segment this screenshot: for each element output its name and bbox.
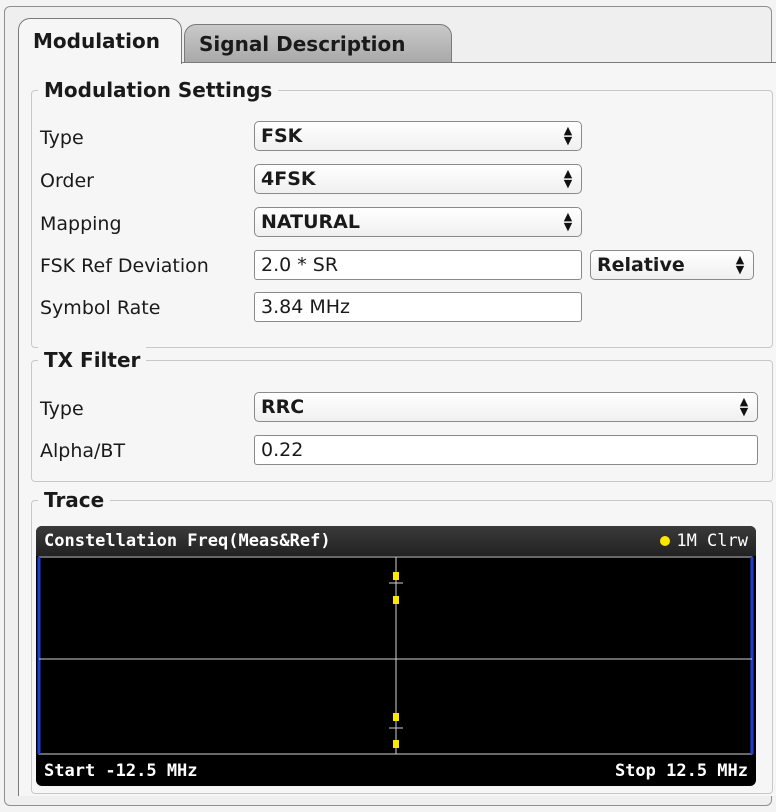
mapping-select[interactable]: NATURAL ▲ ▼ [254, 207, 582, 237]
updown-arrows-icon: ▲ ▼ [739, 395, 749, 418]
fsk-ref-deviation-field[interactable]: 2.0 * SR [254, 250, 582, 280]
constellation-plot [37, 556, 754, 755]
modulation-settings-title: Modulation Settings [38, 77, 279, 103]
modulation-type-value: FSK [261, 125, 303, 147]
stop-frequency-label: Stop 12.5 MHz [614, 761, 748, 781]
constellation-trace-window[interactable]: Constellation Freq(Meas&Ref) 1M Clrw Sta… [36, 526, 756, 786]
updown-arrows-icon: ▲ ▼ [563, 167, 573, 190]
fsk-ref-deviation-label: FSK Ref Deviation [40, 255, 209, 277]
fsk-ref-deviation-mode-value: Relative [597, 254, 685, 276]
tx-filter-title: TX Filter [38, 347, 147, 373]
updown-arrows-icon: ▲ ▼ [563, 124, 573, 147]
filter-type-value: RRC [261, 396, 305, 418]
mapping-label: Mapping [40, 213, 122, 235]
constellation-point [393, 740, 399, 748]
updown-arrows-icon: ▲ ▼ [563, 210, 573, 233]
trace-title: Trace [38, 487, 111, 513]
start-frequency-label: Start -12.5 MHz [44, 761, 198, 781]
modulation-settings-group: Modulation Settings Type FSK ▲ ▼ Order 4F… [31, 77, 773, 348]
order-select[interactable]: 4FSK ▲ ▼ [254, 164, 582, 194]
fsk-ref-deviation-mode-select[interactable]: Relative ▲ ▼ [590, 250, 754, 280]
trace-footer: Start -12.5 MHz Stop 12.5 MHz [36, 756, 756, 786]
constellation-point [393, 713, 399, 721]
tab-signal-description[interactable]: Signal Description [184, 24, 452, 62]
symbol-rate-label: Symbol Rate [40, 297, 161, 319]
tab-modulation[interactable]: Modulation [18, 18, 182, 64]
updown-arrows-icon: ▲ ▼ [735, 253, 745, 276]
alpha-bt-label: Alpha/BT [40, 440, 126, 462]
alpha-bt-field[interactable]: 0.22 [254, 435, 758, 465]
modulation-type-select[interactable]: FSK ▲ ▼ [254, 121, 582, 151]
mapping-value: NATURAL [261, 211, 360, 233]
order-value: 4FSK [261, 168, 316, 190]
constellation-point [393, 572, 399, 580]
symbol-rate-field[interactable]: 3.84 MHz [254, 292, 582, 322]
type-label: Type [40, 127, 84, 149]
filter-type-select[interactable]: RRC ▲ ▼ [254, 392, 758, 422]
tx-filter-group: TX Filter Type RRC ▲ ▼ Alpha/BT 0.22 [31, 347, 773, 482]
order-label: Order [40, 170, 94, 192]
filter-type-label: Type [40, 398, 84, 420]
constellation-point [393, 596, 399, 604]
